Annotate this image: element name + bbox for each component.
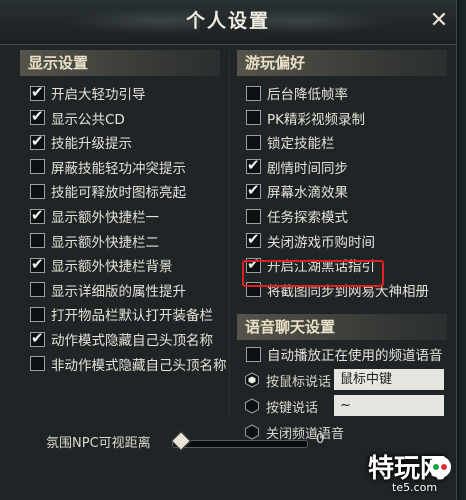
gameplay-pref-option[interactable]: 剧情时间同步 — [246, 156, 348, 178]
gameplay-pref-label: 关闭游戏币购时间 — [267, 234, 375, 251]
checkbox-checked[interactable] — [30, 329, 45, 347]
display-setting-label: 显示公共CD — [51, 111, 125, 128]
checkbox-checked[interactable] — [30, 255, 45, 273]
gameplay-pref-label: 任务探索模式 — [267, 210, 348, 226]
display-setting-label: 非动作模式隐藏自己头顶名称 — [51, 357, 227, 374]
gameplay-pref-option[interactable]: PK精彩视频录制 — [246, 107, 365, 129]
auto-play-label: 自动播放正在使用的频道语音 — [267, 348, 443, 364]
display-setting-label: 显示额外快捷栏二 — [51, 234, 159, 251]
display-setting-option[interactable]: 技能可释放时图标亮起 — [30, 180, 186, 202]
auto-play-checkbox[interactable] — [246, 346, 261, 362]
gameplay-pref-option[interactable]: 屏幕水滴效果 — [246, 180, 348, 202]
checkbox-unchecked[interactable] — [30, 356, 45, 372]
display-setting-option[interactable]: 打开物品栏默认打开装备栏 — [30, 303, 213, 325]
section-title-voice: 语音聊天设置 — [237, 314, 447, 340]
checkbox-checked[interactable] — [30, 107, 45, 126]
hex-radio-selected-icon[interactable] — [244, 372, 260, 388]
highlight-box — [242, 260, 384, 287]
display-setting-option[interactable]: 显示额外快捷栏一 — [30, 205, 159, 227]
mouse-talk-key-field[interactable]: 鼠标中键 — [334, 369, 444, 390]
gameplay-pref-label: PK精彩视频录制 — [267, 111, 365, 128]
npc-distance-value: 0 — [316, 432, 325, 447]
display-setting-label: 开启大轻功引导 — [51, 87, 146, 103]
checkbox-unchecked[interactable] — [30, 306, 45, 322]
hex-radio-icon[interactable] — [244, 398, 260, 414]
checkbox-unchecked[interactable] — [246, 110, 261, 126]
display-setting-label: 显示额外快捷栏背景 — [51, 259, 173, 276]
display-setting-option[interactable]: 非动作模式隐藏自己头顶名称 — [30, 353, 227, 375]
npc-distance-track[interactable] — [172, 440, 308, 448]
gameplay-pref-option[interactable]: 后台降低帧率 — [246, 82, 348, 104]
checkbox-unchecked[interactable] — [30, 183, 45, 199]
key-talk-label: 按键说话 — [266, 400, 319, 416]
gameplay-pref-label: 锁定技能栏 — [267, 136, 335, 153]
window-title: 个人设置 — [185, 10, 270, 32]
checkbox-unchecked[interactable] — [246, 85, 261, 101]
checkbox-checked[interactable] — [246, 230, 261, 249]
display-setting-label: 显示详细版的属性提升 — [51, 283, 186, 300]
checkbox-checked[interactable] — [30, 83, 45, 101]
display-setting-label: 显示额外快捷栏一 — [51, 210, 159, 226]
section-title-gameplay: 游玩偏好 — [237, 50, 447, 76]
display-setting-label: 打开物品栏默认打开装备栏 — [51, 308, 213, 325]
display-setting-option[interactable]: 显示额外快捷栏背景 — [30, 254, 173, 276]
key-talk-key-field[interactable]: ~ — [334, 395, 444, 416]
gamepad-logo-icon — [429, 456, 451, 478]
display-setting-option[interactable]: 显示详细版的属性提升 — [30, 279, 186, 301]
display-setting-option[interactable]: 显示公共CD — [30, 107, 125, 129]
checkbox-checked[interactable] — [246, 181, 261, 199]
checkbox-unchecked[interactable] — [246, 134, 261, 150]
checkbox-checked[interactable] — [246, 156, 261, 175]
watermark-url: te5.com — [392, 481, 438, 494]
checkbox-checked[interactable] — [30, 132, 45, 150]
checkbox-checked[interactable] — [30, 206, 45, 224]
gameplay-pref-label: 后台降低帧率 — [267, 87, 348, 103]
display-setting-option[interactable]: 屏蔽技能轻功冲突提示 — [30, 156, 186, 178]
gameplay-pref-option[interactable]: 关闭游戏币购时间 — [246, 230, 375, 252]
section-title-display: 显示设置 — [20, 50, 220, 76]
display-setting-option[interactable]: 技能升级提示 — [30, 131, 132, 153]
display-setting-option[interactable]: 开启大轻功引导 — [30, 82, 146, 104]
gameplay-pref-option[interactable]: 任务探索模式 — [246, 205, 348, 227]
auto-play-voice-option[interactable]: 自动播放正在使用的频道语音 — [246, 343, 443, 365]
close-channel-label: 关闭频道语音 — [266, 426, 345, 442]
gameplay-pref-option[interactable]: 锁定技能栏 — [246, 131, 335, 153]
display-setting-label: 动作模式隐藏自己头顶名称 — [51, 333, 213, 349]
gameplay-pref-label: 剧情时间同步 — [267, 160, 348, 177]
hex-radio-icon[interactable] — [244, 424, 260, 440]
display-setting-label: 技能可释放时图标亮起 — [51, 185, 186, 202]
mouse-talk-option[interactable]: 按鼠标说话 — [244, 369, 331, 391]
checkbox-unchecked[interactable] — [30, 159, 45, 175]
checkbox-unchecked[interactable] — [246, 208, 261, 224]
checkbox-unchecked[interactable] — [30, 282, 45, 298]
display-setting-option[interactable]: 动作模式隐藏自己头顶名称 — [30, 328, 213, 350]
display-setting-label: 屏蔽技能轻功冲突提示 — [51, 160, 186, 177]
gameplay-pref-label: 屏幕水滴效果 — [267, 185, 348, 202]
mouse-talk-label: 按鼠标说话 — [266, 374, 332, 390]
settings-window: 个人设置 ✕ 显示设置 开启大轻功引导显示公共CD 技能升级提示屏蔽技能轻功冲突提… — [0, 0, 457, 500]
key-talk-option[interactable]: 按键说话 — [244, 395, 318, 417]
display-setting-option[interactable]: 显示额外快捷栏二 — [30, 230, 159, 252]
npc-distance-label: 氛围NPC可视距离 — [46, 436, 151, 451]
close-icon[interactable]: ✕ — [428, 10, 450, 32]
display-setting-label: 技能升级提示 — [51, 136, 132, 153]
checkbox-unchecked[interactable] — [30, 233, 45, 249]
column-divider — [229, 52, 230, 417]
title-bar: 个人设置 ✕ — [0, 0, 456, 45]
